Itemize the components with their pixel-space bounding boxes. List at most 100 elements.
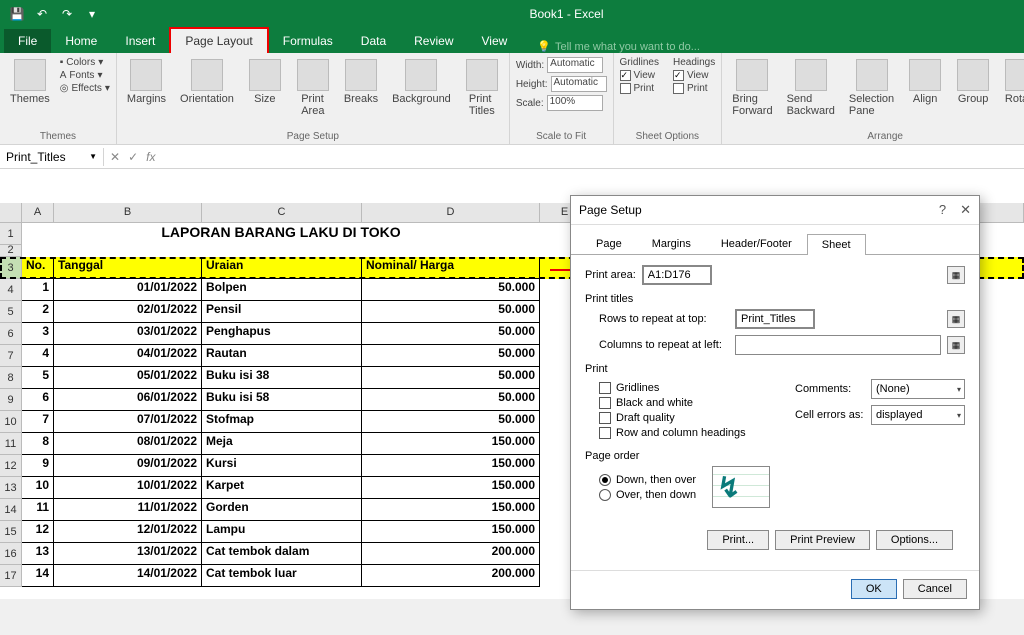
- row-header[interactable]: 7: [0, 345, 22, 367]
- down-then-over-radio[interactable]: Down, then over: [599, 474, 696, 486]
- align-button[interactable]: Align: [904, 57, 946, 107]
- formula-bar: Print_Titles▼ ✕ ✓ fx: [0, 145, 1024, 169]
- selection-pane-button[interactable]: Selection Pane: [845, 57, 898, 119]
- gridlines-print-check[interactable]: Print: [620, 83, 659, 94]
- headings-label: Headings: [673, 57, 715, 68]
- range-select-icon[interactable]: ▦: [947, 310, 965, 328]
- tab-page-layout[interactable]: Page Layout: [169, 27, 268, 53]
- row-header[interactable]: 9: [0, 389, 22, 411]
- themes-group-label: Themes: [6, 129, 110, 142]
- scale-input[interactable]: 100%: [547, 95, 603, 111]
- tab-file[interactable]: File: [4, 29, 51, 53]
- print-preview-button[interactable]: Print Preview: [775, 530, 870, 550]
- sheet-options-group-label: Sheet Options: [620, 129, 716, 142]
- dlg-tab-page[interactable]: Page: [581, 233, 637, 254]
- rows-repeat-input[interactable]: [735, 309, 815, 329]
- row-header[interactable]: 5: [0, 301, 22, 323]
- row-header[interactable]: 2: [0, 245, 22, 257]
- height-input[interactable]: Automatic: [551, 76, 607, 92]
- row-col-headings-check[interactable]: Row and column headings: [599, 427, 777, 439]
- row-header[interactable]: 3: [0, 257, 22, 279]
- close-icon[interactable]: ✕: [960, 202, 971, 218]
- over-then-down-radio[interactable]: Over, then down: [599, 489, 696, 501]
- width-input[interactable]: Automatic: [547, 57, 603, 73]
- fonts-button[interactable]: A Fonts ▾: [60, 70, 110, 81]
- row-header[interactable]: 4: [0, 279, 22, 301]
- tell-me-search[interactable]: 💡Tell me what you want to do...: [537, 40, 700, 53]
- redo-icon[interactable]: ↷: [56, 3, 78, 25]
- fx-icon[interactable]: fx: [146, 150, 155, 164]
- send-backward-button[interactable]: Send Backward: [783, 57, 839, 119]
- row-header[interactable]: 15: [0, 521, 22, 543]
- print-titles-button[interactable]: Print Titles: [461, 57, 503, 119]
- bring-forward-button[interactable]: Bring Forward: [728, 57, 776, 119]
- tab-review[interactable]: Review: [400, 29, 467, 53]
- gridlines-label: Gridlines: [620, 57, 659, 68]
- cancel-button[interactable]: Cancel: [903, 579, 967, 599]
- confirm-formula-icon[interactable]: ✓: [128, 150, 138, 164]
- cell-errors-combo[interactable]: displayed▾: [871, 405, 965, 425]
- group-button[interactable]: Group: [952, 57, 994, 107]
- row-header[interactable]: 16: [0, 543, 22, 565]
- row-header[interactable]: 11: [0, 433, 22, 455]
- qat-customize-icon[interactable]: ▾: [81, 3, 103, 25]
- page-setup-group-label: Page Setup: [123, 129, 503, 142]
- ribbon: Themes ▪ Colors ▾ A Fonts ▾ ◎ Effects ▾ …: [0, 53, 1024, 145]
- page-order-label: Page order: [585, 450, 965, 462]
- tab-formulas[interactable]: Formulas: [269, 29, 347, 53]
- dlg-tab-sheet[interactable]: Sheet: [807, 234, 866, 255]
- arrange-group-label: Arrange: [728, 129, 1024, 142]
- ok-button[interactable]: OK: [851, 579, 897, 599]
- print-area-label: Print area:: [585, 269, 636, 281]
- cancel-formula-icon[interactable]: ✕: [110, 150, 120, 164]
- comments-label: Comments:: [795, 383, 865, 395]
- cols-repeat-input[interactable]: [735, 335, 941, 355]
- row-header[interactable]: 6: [0, 323, 22, 345]
- colors-button[interactable]: ▪ Colors ▾: [60, 57, 110, 68]
- dialog-title: Page Setup: [579, 203, 642, 217]
- gridlines-view-check[interactable]: View: [620, 70, 659, 81]
- headings-print-check[interactable]: Print: [673, 83, 715, 94]
- background-button[interactable]: Background: [388, 57, 455, 107]
- black-white-check[interactable]: Black and white: [599, 397, 777, 409]
- comments-combo[interactable]: (None)▾: [871, 379, 965, 399]
- window-title: Book1 - Excel: [109, 7, 1024, 21]
- headings-view-check[interactable]: View: [673, 70, 715, 81]
- dlg-tab-margins[interactable]: Margins: [637, 233, 706, 254]
- range-select-icon[interactable]: ▦: [947, 266, 965, 284]
- row-header[interactable]: 1: [0, 223, 22, 245]
- orientation-button[interactable]: Orientation: [176, 57, 238, 107]
- rotate-button[interactable]: Rotate: [1000, 57, 1024, 107]
- help-icon[interactable]: ?: [939, 202, 946, 218]
- tab-insert[interactable]: Insert: [111, 29, 169, 53]
- row-header[interactable]: 8: [0, 367, 22, 389]
- size-button[interactable]: Size: [244, 57, 286, 107]
- tab-home[interactable]: Home: [51, 29, 111, 53]
- tab-view[interactable]: View: [468, 29, 522, 53]
- print-area-button[interactable]: Print Area: [292, 57, 334, 119]
- undo-icon[interactable]: ↶: [31, 3, 53, 25]
- row-header[interactable]: 13: [0, 477, 22, 499]
- breaks-button[interactable]: Breaks: [340, 57, 382, 107]
- scale-label: Scale:: [516, 98, 544, 109]
- effects-button[interactable]: ◎ Effects ▾: [60, 83, 110, 94]
- margins-button[interactable]: Margins: [123, 57, 170, 107]
- row-header[interactable]: 14: [0, 499, 22, 521]
- title-bar: 💾 ↶ ↷ ▾ Book1 - Excel: [0, 0, 1024, 27]
- print-area-input[interactable]: [642, 265, 712, 285]
- options-button[interactable]: Options...: [876, 530, 953, 550]
- report-title: LAPORAN BARANG LAKU DI TOKO: [22, 223, 540, 245]
- save-icon[interactable]: 💾: [6, 3, 28, 25]
- name-box[interactable]: Print_Titles▼: [0, 148, 104, 166]
- row-header[interactable]: 17: [0, 565, 22, 587]
- dlg-tab-header-footer[interactable]: Header/Footer: [706, 233, 807, 254]
- draft-quality-check[interactable]: Draft quality: [599, 412, 777, 424]
- themes-button[interactable]: Themes: [6, 57, 54, 107]
- tab-data[interactable]: Data: [347, 29, 400, 53]
- range-select-icon[interactable]: ▦: [947, 336, 965, 354]
- row-header[interactable]: 10: [0, 411, 22, 433]
- gridlines-check[interactable]: Gridlines: [599, 382, 777, 394]
- row-header[interactable]: 12: [0, 455, 22, 477]
- print-button[interactable]: Print...: [707, 530, 769, 550]
- page-setup-dialog: Page Setup ? ✕ Page Margins Header/Foote…: [570, 195, 980, 610]
